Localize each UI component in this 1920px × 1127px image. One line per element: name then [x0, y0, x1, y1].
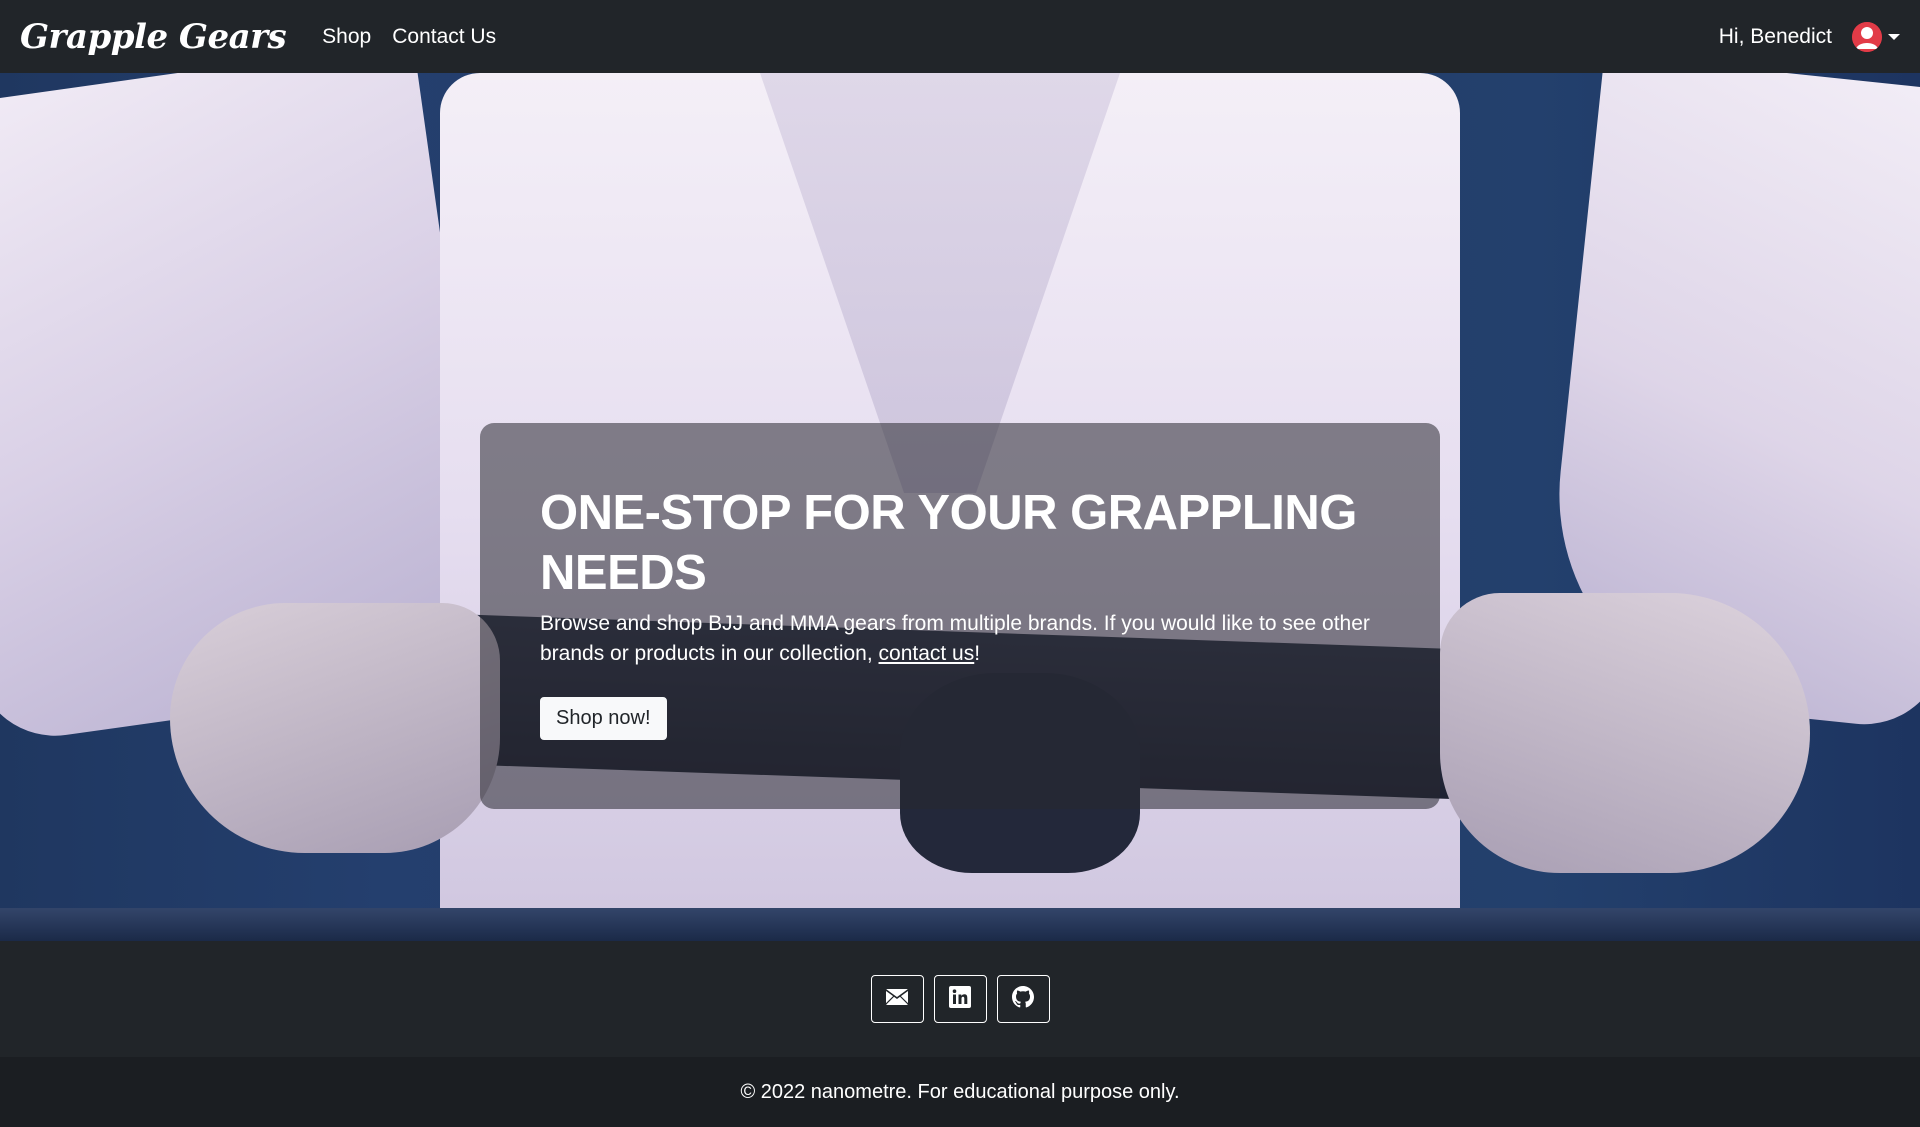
shop-now-button[interactable]: Shop now!: [540, 697, 667, 740]
hero-card: ONE-STOP FOR YOUR GRAPPLING NEEDS Browse…: [480, 423, 1440, 809]
navbar: Grapple Gears Shop Contact Us Hi, Benedi…: [0, 0, 1920, 73]
github-button[interactable]: [996, 975, 1050, 1023]
envelope-icon: [885, 988, 909, 1010]
user-avatar-icon: [1852, 21, 1882, 52]
nav-link-contact-us[interactable]: Contact Us: [392, 25, 496, 49]
user-menu-toggle[interactable]: [1852, 21, 1900, 52]
email-button[interactable]: [870, 975, 924, 1023]
copyright-text: © 2022 nanometre. For educational purpos…: [740, 1080, 1180, 1103]
footer-copyright: © 2022 nanometre. For educational purpos…: [0, 1057, 1920, 1127]
hero-description: Browse and shop BJJ and MMA gears from m…: [540, 609, 1380, 669]
nav-link-shop[interactable]: Shop: [322, 25, 371, 49]
linkedin-icon: [949, 985, 971, 1013]
hero-description-end: !: [974, 642, 981, 665]
chevron-down-icon: [1888, 33, 1900, 40]
brand-logo[interactable]: Grapple Gears: [20, 17, 287, 57]
hero-title: ONE-STOP FOR YOUR GRAPPLING NEEDS: [540, 486, 1357, 600]
hero-section: ONE-STOP FOR YOUR GRAPPLING NEEDS Browse…: [0, 73, 1920, 941]
hero-background-floor: [0, 908, 1920, 941]
linkedin-button[interactable]: [933, 975, 987, 1023]
nav-right: Hi, Benedict: [1718, 21, 1900, 52]
hero-background-hand-right: [1440, 593, 1810, 873]
contact-us-link[interactable]: contact us: [879, 642, 975, 665]
user-greeting: Hi, Benedict: [1718, 24, 1832, 48]
footer-social: [0, 941, 1920, 1057]
hero-background-hand-left: [170, 603, 500, 853]
github-icon: [1012, 985, 1034, 1013]
